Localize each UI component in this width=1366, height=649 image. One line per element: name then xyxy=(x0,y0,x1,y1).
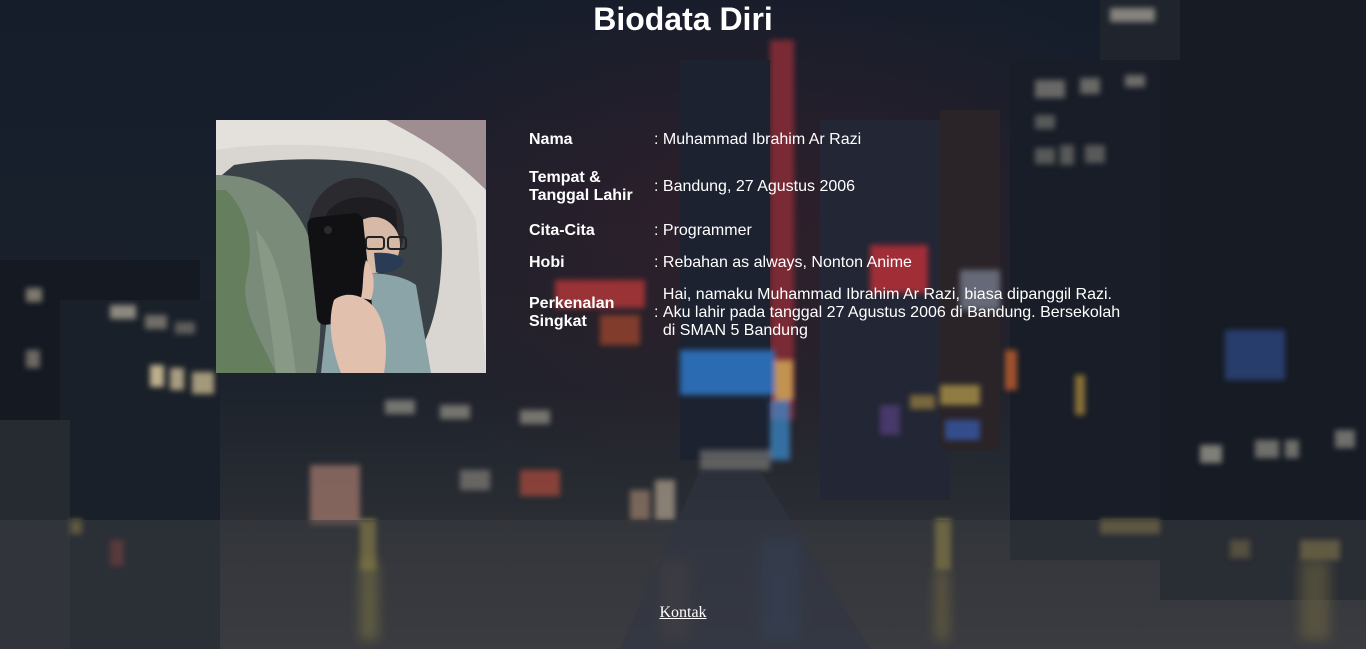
value-cita-cita-text: Programmer xyxy=(662,222,752,239)
separator: : xyxy=(654,131,663,148)
value-nama: : Muhammad Ibrahim Ar Razi xyxy=(653,122,1126,158)
table-row: Hobi : Rebahan as always, Nonton Anime xyxy=(528,248,1126,278)
separator: : xyxy=(654,304,663,321)
profile-photo-graphic xyxy=(216,120,486,373)
value-hobi-text: Rebahan as always, Nonton Anime xyxy=(662,254,912,271)
separator: : xyxy=(654,222,663,239)
contact-link[interactable]: Kontak xyxy=(659,604,706,621)
page-title: Biodata Diri xyxy=(593,1,773,37)
value-tempat-tanggal-lahir-text: Bandung, 27 Agustus 2006 xyxy=(662,178,856,195)
value-perkenalan-singkat-text: Hai, namaku Muhammad Ibrahim Ar Razi, bi… xyxy=(662,286,1121,339)
label-tempat-tanggal-lahir: Tempat & Tanggal Lahir xyxy=(529,169,633,204)
footer: Kontak xyxy=(0,604,1366,622)
profile-photo xyxy=(216,120,486,373)
value-wrap: : Hai, namaku Muhammad Ibrahim Ar Razi, … xyxy=(654,286,1125,340)
table-row: Cita-Cita : Programmer xyxy=(528,216,1126,246)
separator: : xyxy=(654,178,663,195)
value-hobi: : Rebahan as always, Nonton Anime xyxy=(653,248,1126,278)
table-row: Nama : Muhammad Ibrahim Ar Razi xyxy=(528,122,1126,158)
label-cita-cita: Cita-Cita xyxy=(529,222,595,239)
value-tempat-tanggal-lahir: : Bandung, 27 Agustus 2006 xyxy=(653,160,1126,214)
value-cita-cita: : Programmer xyxy=(653,216,1126,246)
label-nama: Nama xyxy=(529,131,573,148)
label-perkenalan-singkat: Perkenalan Singkat xyxy=(529,295,615,330)
value-nama-text: Muhammad Ibrahim Ar Razi xyxy=(662,131,862,148)
biodata-table: Nama : Muhammad Ibrahim Ar Razi Tempat &… xyxy=(526,120,1128,348)
table-row: Tempat & Tanggal Lahir : Bandung, 27 Agu… xyxy=(528,160,1126,214)
table-row: Perkenalan Singkat : Hai, namaku Muhamma… xyxy=(528,280,1126,346)
value-perkenalan-singkat: : Hai, namaku Muhammad Ibrahim Ar Razi, … xyxy=(653,280,1126,346)
label-hobi: Hobi xyxy=(529,254,565,271)
separator: : xyxy=(654,254,663,271)
